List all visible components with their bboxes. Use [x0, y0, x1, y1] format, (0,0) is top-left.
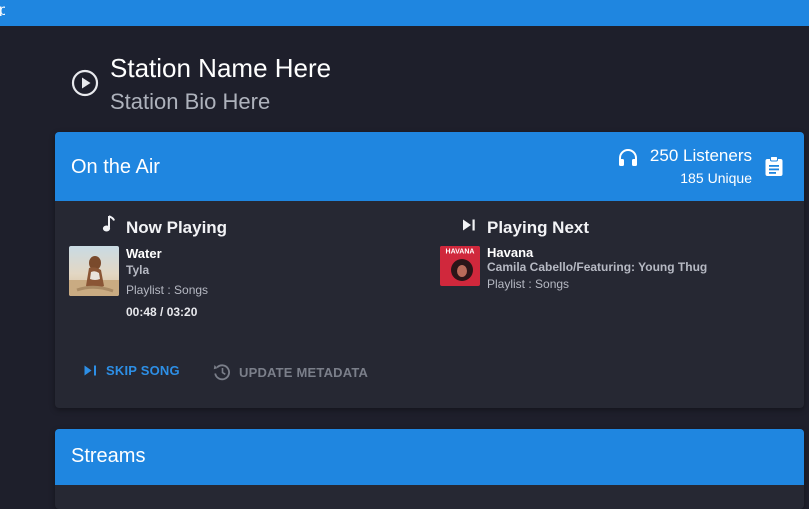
headphones-icon	[619, 149, 637, 166]
playing-next-playlist: Playlist : Songs	[487, 277, 570, 291]
station-bio: Station Bio Here	[110, 89, 271, 114]
playing-next-title: Havana	[487, 245, 534, 260]
listeners-total: 250 Listeners	[649, 146, 752, 165]
playing-next-artist: Camila Cabello/Featuring: Young Thug	[487, 260, 708, 274]
now-playing-artist: Tyla	[126, 263, 150, 277]
on-air-title: On the Air	[71, 156, 160, 178]
play-circle-icon[interactable]	[71, 69, 99, 97]
update-metadata-button[interactable]: UPDATE METADATA	[213, 363, 368, 381]
streams-card: Streams	[55, 429, 804, 509]
now-playing-album-art	[69, 246, 119, 296]
update-metadata-label: UPDATE METADATA	[239, 364, 369, 380]
listeners-unique: 185 Unique	[680, 169, 752, 187]
on-air-header: On the Air 250 Listeners 185 Unique	[55, 132, 804, 201]
on-air-card: On the Air 250 Listeners 185 Unique Now P…	[55, 132, 804, 408]
now-playing-playlist: Playlist : Songs	[126, 283, 209, 297]
station-name: Station Name Here	[110, 53, 332, 83]
now-playing-time: 00:48 / 03:20	[126, 305, 198, 319]
skip-next-icon	[463, 219, 475, 231]
history-icon	[213, 364, 230, 381]
listeners-unique-count: 185	[680, 170, 704, 186]
playing-next-album-art: HAVANA	[440, 246, 480, 286]
skip-song-label: SKIP SONG	[106, 363, 180, 378]
listeners-unique-label: Unique	[707, 170, 752, 186]
now-playing-title: Water	[126, 246, 162, 261]
topbar-partial-text: p	[0, 4, 5, 16]
skip-song-button[interactable]: SKIP SONG	[83, 363, 180, 378]
skip-next-icon	[84, 365, 96, 376]
music-note-icon	[102, 215, 115, 232]
now-playing-label: Now Playing	[126, 218, 228, 237]
streams-header: Streams	[55, 429, 804, 485]
playing-next-label: Playing Next	[487, 218, 590, 237]
streams-title: Streams	[71, 445, 146, 467]
top-app-bar: p	[0, 0, 809, 26]
playing-next-art-text: HAVANA	[446, 249, 475, 256]
clipboard-icon[interactable]	[764, 156, 784, 177]
